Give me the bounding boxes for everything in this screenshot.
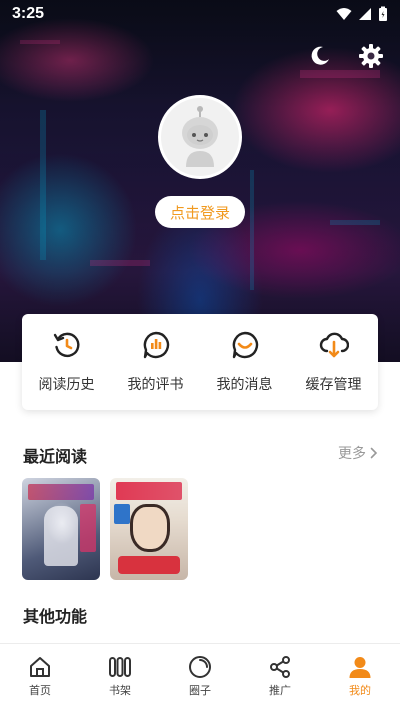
gear-icon [359,44,383,68]
recent-book-cover-1[interactable] [22,478,100,580]
quick-item-label: 我的消息 [216,377,273,393]
settings-button[interactable] [357,42,385,70]
circle-icon [187,654,213,680]
recent-reading-title: 最近阅读 [23,447,88,466]
avatar[interactable] [158,95,242,179]
quick-actions-card: 阅读历史 我的评书 我的消息 缓存管理 [22,314,378,410]
more-label: 更多 [338,446,366,462]
cloud-download-icon [319,330,349,360]
message-smile-icon [230,330,260,360]
bottom-nav: 首页 书架 圈子 推广 我的 [0,643,400,703]
comment-chart-icon [141,330,171,360]
recent-book-cover-2[interactable] [110,478,188,580]
wifi-icon [336,8,352,20]
quick-item-label: 阅读历史 [38,377,95,393]
user-icon [347,654,373,680]
history-icon [52,330,82,360]
quick-item-reading-history[interactable]: 阅读历史 [22,314,111,410]
nav-item-mine[interactable]: 我的 [320,644,400,703]
home-icon [27,654,53,680]
nav-item-bookshelf[interactable]: 书架 [80,644,160,703]
status-time: 3:25 [12,5,45,22]
signal-icon [359,8,371,20]
share-icon [267,654,293,680]
nav-label: 首页 [29,684,51,697]
moon-icon [311,46,329,65]
chevron-right-icon [370,447,378,459]
quick-item-cache-management[interactable]: 缓存管理 [289,314,378,410]
other-functions-title: 其他功能 [23,607,88,626]
header-background [0,0,400,362]
robot-avatar-icon [182,106,218,167]
nav-item-promote[interactable]: 推广 [240,644,320,703]
bookshelf-icon [107,654,133,680]
more-link[interactable]: 更多 [338,443,378,463]
login-button[interactable]: 点击登录 [155,196,245,228]
nav-label: 推广 [269,684,291,697]
nav-label: 我的 [349,684,371,697]
battery-icon [379,6,387,21]
status-bar: 3:25 [0,0,400,28]
nav-label: 圈子 [189,684,211,697]
quick-item-label: 我的评书 [127,377,184,393]
nav-item-circle[interactable]: 圈子 [160,644,240,703]
nav-item-home[interactable]: 首页 [0,644,80,703]
nav-label: 书架 [109,684,131,697]
night-mode-button[interactable] [306,42,334,70]
quick-item-my-messages[interactable]: 我的消息 [200,314,289,410]
quick-item-label: 缓存管理 [305,377,362,393]
quick-item-my-reviews[interactable]: 我的评书 [111,314,200,410]
